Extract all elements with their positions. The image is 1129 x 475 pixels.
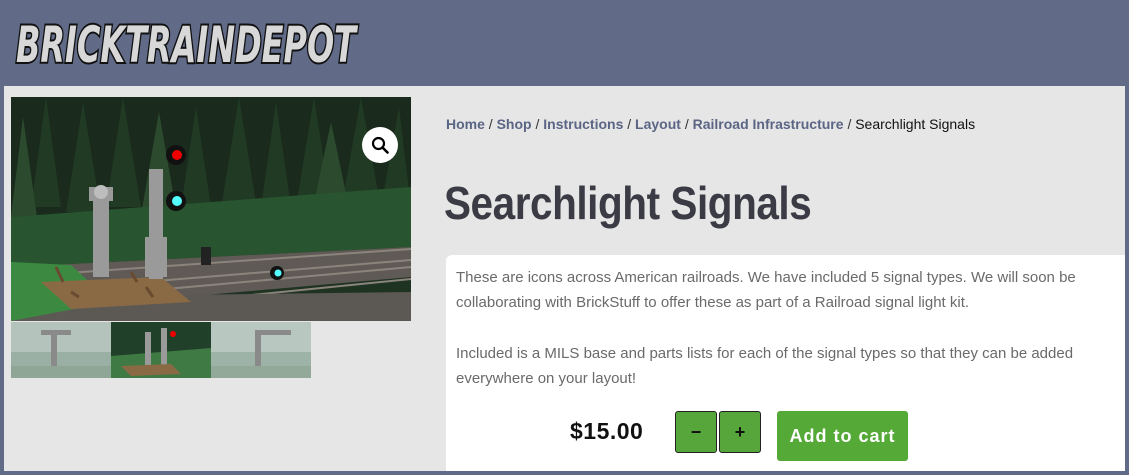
product-main-image[interactable] <box>11 97 411 321</box>
quantity-increase-button[interactable]: + <box>719 411 761 453</box>
product-description-1: These are icons across American railroad… <box>456 269 1076 311</box>
svg-text:BRICKTRAINDEPOT: BRICKTRAINDEPOT <box>16 16 358 74</box>
quantity-decrease-button[interactable]: − <box>675 411 717 453</box>
product-description-2: Included is a MILS base and parts lists … <box>456 345 1074 387</box>
breadcrumb-separator: / <box>627 116 632 132</box>
site-logo[interactable]: BRICKTRAINDEPOT <box>10 4 362 78</box>
breadcrumb-railroad-infrastructure[interactable]: Railroad Infrastructure <box>693 116 844 132</box>
breadcrumb-shop[interactable]: Shop <box>497 116 532 132</box>
breadcrumb-separator: / <box>488 116 493 132</box>
breadcrumb-current: Searchlight Signals <box>855 116 976 132</box>
product-title: Searchlight Signals <box>444 177 812 229</box>
thumbnail-2[interactable] <box>111 322 211 378</box>
breadcrumb-instructions[interactable]: Instructions <box>543 116 623 132</box>
product-page: Home / Shop / Instructions / Layout / Ra… <box>4 86 1125 471</box>
searchlight-signals-scene-image <box>11 97 411 321</box>
breadcrumb: Home / Shop / Instructions / Layout / Ra… <box>446 116 975 132</box>
thumbnail-3[interactable] <box>211 322 311 378</box>
product-summary: These are icons across American railroad… <box>446 255 1125 471</box>
breadcrumb-home[interactable]: Home <box>446 116 485 132</box>
product-price: $15.00 <box>570 418 644 444</box>
add-to-cart-button[interactable]: Add to cart <box>777 411 908 461</box>
zoom-button[interactable] <box>362 127 398 163</box>
magnifier-icon <box>371 136 389 154</box>
breadcrumb-separator: / <box>535 116 540 132</box>
thumbnail-strip <box>11 322 311 378</box>
site-header: BRICKTRAINDEPOT <box>0 0 1129 86</box>
breadcrumb-separator: / <box>684 116 689 132</box>
breadcrumb-layout[interactable]: Layout <box>635 116 681 132</box>
thumbnail-1[interactable] <box>11 322 111 378</box>
breadcrumb-separator: / <box>847 116 852 132</box>
